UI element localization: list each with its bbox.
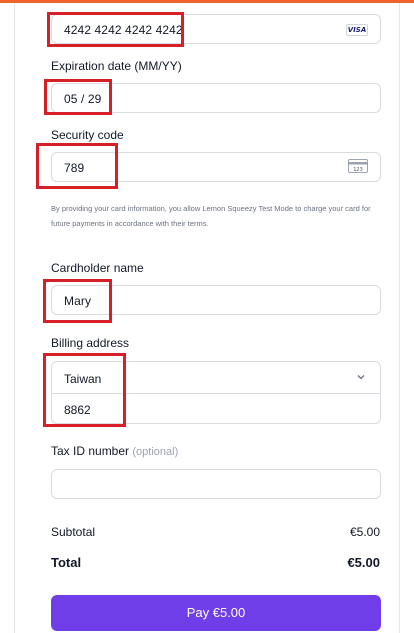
- card-number-value: 4242 4242 4242 4242: [64, 23, 183, 37]
- country-select[interactable]: Taiwan: [64, 372, 101, 386]
- frame-border-left: [14, 3, 15, 633]
- chevron-down-icon[interactable]: [356, 372, 366, 382]
- subtotal-label: Subtotal: [51, 525, 96, 539]
- security-code-field[interactable]: 789 123: [51, 152, 381, 182]
- expiration-field[interactable]: 05 / 29: [51, 83, 381, 113]
- tax-id-label: Tax ID number (optional): [51, 444, 178, 458]
- cvc-card-icon: 123: [348, 159, 368, 173]
- card-number-field[interactable]: 4242 4242 4242 4242 VISA: [51, 14, 381, 44]
- security-code-label: Security code: [51, 128, 124, 142]
- total-label: Total: [51, 555, 82, 570]
- address-divider: [52, 393, 380, 394]
- cardholder-field[interactable]: Mary: [51, 285, 381, 315]
- billing-address-box: Taiwan 8862: [51, 361, 381, 424]
- billing-address-label: Billing address: [51, 336, 130, 350]
- security-code-value: 789: [64, 161, 85, 175]
- frame-border-right: [399, 3, 400, 633]
- top-accent-bar: [0, 0, 414, 3]
- total-value: €5.00: [347, 555, 380, 570]
- cardholder-value: Mary: [64, 294, 92, 308]
- cardholder-label: Cardholder name: [51, 261, 144, 275]
- visa-card-icon: VISA: [346, 24, 368, 36]
- expiration-value: 05 / 29: [64, 92, 102, 106]
- tax-id-label-text: Tax ID number: [51, 444, 130, 458]
- card-disclaimer: By providing your card information, you …: [51, 204, 371, 228]
- subtotal-value: €5.00: [349, 525, 380, 539]
- expiration-label: Expiration date (MM/YY): [51, 59, 182, 73]
- postal-code-input[interactable]: 8862: [64, 403, 91, 417]
- cvc-icon-text: 123: [353, 167, 363, 173]
- tax-id-optional: (optional): [132, 446, 179, 458]
- pay-button[interactable]: Pay €5.00: [51, 595, 381, 631]
- tax-id-field[interactable]: [51, 469, 381, 499]
